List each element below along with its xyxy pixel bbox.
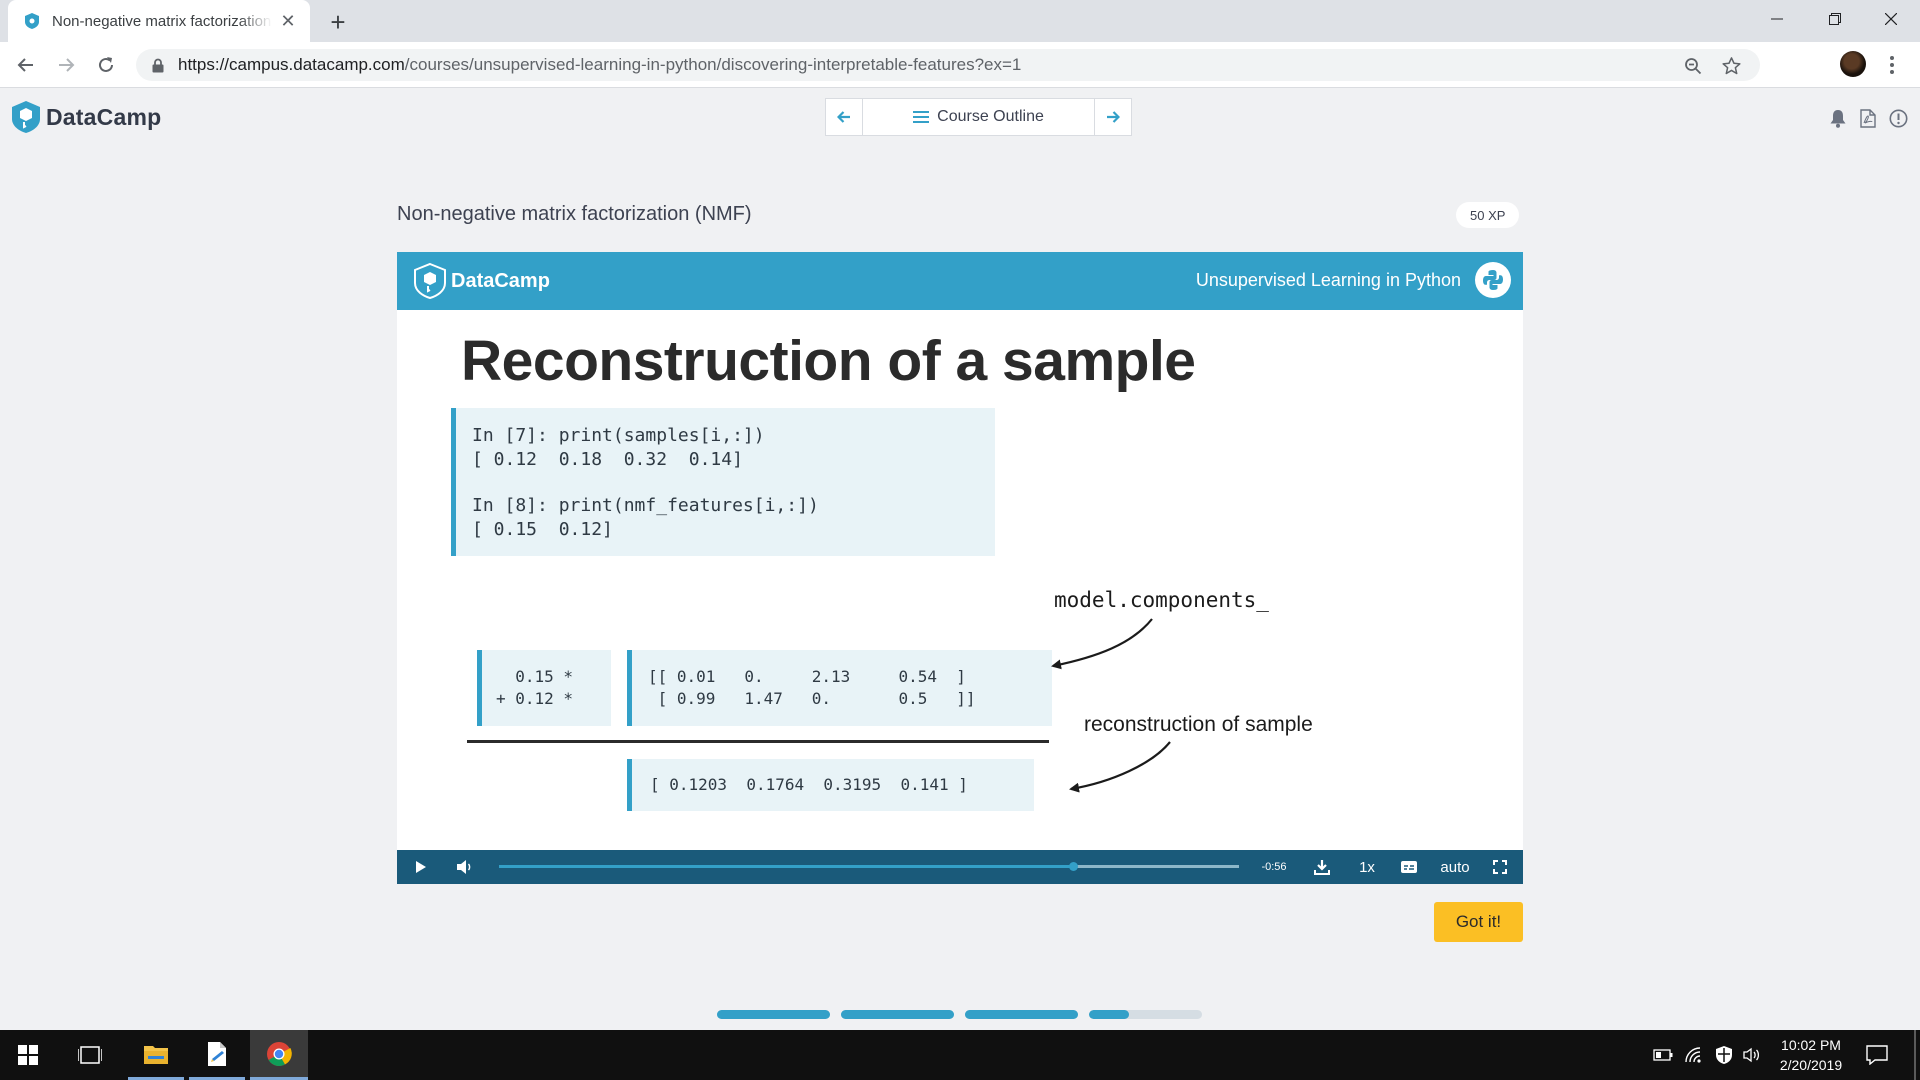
datacamp-logo-icon bbox=[12, 101, 40, 133]
volume-icon[interactable] bbox=[453, 850, 477, 884]
notification-bell-icon[interactable] bbox=[1827, 107, 1849, 129]
time-remaining: -0:56 bbox=[1261, 861, 1287, 873]
volume-tray-icon[interactable] bbox=[1741, 1044, 1763, 1066]
course-outline-button[interactable]: Course Outline bbox=[863, 99, 1094, 135]
captions-icon[interactable] bbox=[1398, 850, 1420, 884]
matrix-line: [[ 0.01 0. 2.13 0.54 ] bbox=[648, 667, 966, 686]
system-clock[interactable]: 10:02 PM 2/20/2019 bbox=[1766, 1035, 1856, 1075]
chrome-taskbar-icon[interactable] bbox=[250, 1030, 308, 1080]
slide-datacamp-logo: DataCamp bbox=[413, 262, 550, 300]
security-shield-icon[interactable] bbox=[1713, 1044, 1735, 1066]
url-text: https://campus.datacamp.com/courses/unsu… bbox=[178, 55, 1021, 75]
xp-badge: 50 XP bbox=[1456, 202, 1520, 228]
python-logo-icon bbox=[1475, 262, 1511, 298]
clock-time: 10:02 PM bbox=[1781, 1037, 1841, 1053]
slide-header-bar: DataCamp Unsupervised Learning in Python bbox=[397, 252, 1523, 310]
lock-icon[interactable] bbox=[150, 57, 166, 73]
menu-list-icon bbox=[913, 111, 930, 123]
exercise-title: Non-negative matrix factorization (NMF) bbox=[397, 203, 752, 225]
video-player[interactable]: DataCamp Unsupervised Learning in Python… bbox=[397, 252, 1523, 884]
arrow-left-icon bbox=[837, 111, 850, 123]
url-host: https://campus.datacamp.com bbox=[178, 55, 405, 74]
windows-taskbar: 10:02 PM 2/20/2019 bbox=[0, 1030, 1920, 1080]
tab-title: Non-negative matrix factorization (NMF) … bbox=[52, 12, 272, 30]
code-block-samples: In [7]: print(samples[i,:])[ 0.12 0.18 0… bbox=[451, 408, 995, 556]
browser-tab[interactable]: Non-negative matrix factorization (NMF) … bbox=[8, 0, 310, 42]
result-line: [ 0.1203 0.1764 0.3195 0.141 ] bbox=[650, 775, 968, 794]
address-bar[interactable]: https://campus.datacamp.com/courses/unsu… bbox=[136, 49, 1760, 81]
next-exercise-button[interactable] bbox=[1094, 99, 1131, 135]
playback-speed-button[interactable]: 1x bbox=[1352, 850, 1382, 884]
course-navigation: Course Outline bbox=[825, 98, 1132, 136]
lesson-progress-bar bbox=[717, 1010, 1202, 1019]
clock-date: 2/20/2019 bbox=[1779, 1057, 1843, 1073]
logo-text: DataCamp bbox=[46, 103, 162, 130]
arrow-right-icon bbox=[1107, 111, 1120, 123]
lesson-progress-fill bbox=[1089, 1010, 1129, 1019]
video-seek-bar[interactable] bbox=[499, 862, 1239, 871]
slide-course-name: Unsupervised Learning in Python bbox=[1195, 270, 1461, 290]
code-line: [ 0.15 0.12] bbox=[472, 518, 613, 540]
info-icon[interactable] bbox=[1887, 107, 1909, 129]
components-label: model.components_ bbox=[1054, 588, 1269, 612]
chrome-menu-icon[interactable] bbox=[1882, 51, 1902, 79]
zoom-icon[interactable] bbox=[1682, 55, 1704, 77]
datacamp-favicon-icon bbox=[24, 13, 40, 29]
tab-close-icon[interactable]: ✕ bbox=[278, 11, 298, 31]
previous-exercise-button[interactable] bbox=[826, 99, 863, 135]
lesson-progress-segment[interactable] bbox=[841, 1010, 954, 1019]
forward-arrow-icon[interactable] bbox=[50, 49, 82, 81]
course-outline-label: Course Outline bbox=[937, 108, 1044, 125]
coef-line: + 0.12 * bbox=[496, 689, 574, 708]
lesson-progress-segment[interactable] bbox=[965, 1010, 1078, 1019]
wifi-icon[interactable] bbox=[1683, 1044, 1705, 1066]
slide-logo-text: DataCamp bbox=[451, 269, 550, 292]
lesson-progress-segment[interactable] bbox=[1089, 1010, 1202, 1019]
play-icon[interactable] bbox=[409, 850, 433, 884]
code-line: In [7]: print(samples[i,:]) bbox=[472, 425, 765, 446]
slide-heading: Reconstruction of a sample bbox=[461, 329, 1196, 393]
coefficients-block: 0.15 * + 0.12 * bbox=[477, 650, 611, 726]
video-controls-bar: -0:56 1x auto bbox=[397, 850, 1523, 884]
url-path: /courses/unsupervised-learning-in-python… bbox=[404, 55, 1022, 74]
browser-tab-bar: Non-negative matrix factorization (NMF) … bbox=[0, 0, 1920, 42]
matrix-line: [ 0.99 1.47 0. 0.5 ]] bbox=[648, 689, 976, 708]
got-it-button[interactable]: Got it! bbox=[1434, 902, 1523, 942]
seek-progress-fill bbox=[499, 865, 1074, 868]
new-tab-icon[interactable]: + bbox=[324, 7, 352, 37]
fullscreen-icon[interactable] bbox=[1489, 850, 1511, 884]
code-line: [ 0.12 0.18 0.32 0.14] bbox=[472, 448, 743, 470]
reconstruction-result-block: [ 0.1203 0.1764 0.3195 0.141 ] bbox=[627, 759, 1034, 811]
action-center-icon[interactable] bbox=[1865, 1044, 1889, 1066]
reconstruction-label: reconstruction of sample bbox=[1084, 713, 1313, 736]
code-line: In [8]: print(nmf_features[i,:]) bbox=[472, 495, 819, 516]
document-app-icon[interactable] bbox=[189, 1030, 245, 1080]
reconstruction-arrow bbox=[1069, 741, 1171, 793]
profile-avatar[interactable] bbox=[1840, 51, 1866, 77]
back-arrow-icon[interactable] bbox=[10, 49, 42, 81]
file-explorer-icon[interactable] bbox=[128, 1030, 184, 1080]
lesson-progress-segment[interactable] bbox=[717, 1010, 830, 1019]
quality-button[interactable]: auto bbox=[1433, 850, 1477, 884]
download-icon[interactable] bbox=[1311, 850, 1333, 884]
window-restore-icon[interactable] bbox=[1806, 0, 1864, 38]
sum-divider-line bbox=[467, 740, 1049, 743]
slides-pdf-icon[interactable] bbox=[1857, 107, 1879, 129]
components-arrow bbox=[1051, 618, 1153, 670]
windows-start-icon[interactable] bbox=[0, 1030, 56, 1080]
window-minimize-icon[interactable] bbox=[1748, 0, 1806, 38]
bookmark-star-icon[interactable] bbox=[1720, 55, 1742, 77]
datacamp-logo[interactable]: DataCamp bbox=[12, 101, 161, 133]
coef-line: 0.15 * bbox=[496, 667, 574, 686]
battery-icon[interactable] bbox=[1652, 1044, 1674, 1066]
slide-logo-icon bbox=[414, 262, 446, 300]
seek-handle[interactable] bbox=[1068, 862, 1078, 871]
window-close-icon[interactable] bbox=[1862, 0, 1920, 38]
datacamp-header: DataCamp Course Outline bbox=[0, 89, 1920, 145]
browser-toolbar: https://campus.datacamp.com/courses/unsu… bbox=[0, 42, 1920, 88]
reload-icon[interactable] bbox=[90, 49, 122, 81]
components-matrix-block: [[ 0.01 0. 2.13 0.54 ] [ 0.99 1.47 0. 0.… bbox=[627, 650, 1052, 726]
task-view-icon[interactable] bbox=[62, 1030, 118, 1080]
show-desktop-button[interactable] bbox=[1914, 1030, 1916, 1080]
